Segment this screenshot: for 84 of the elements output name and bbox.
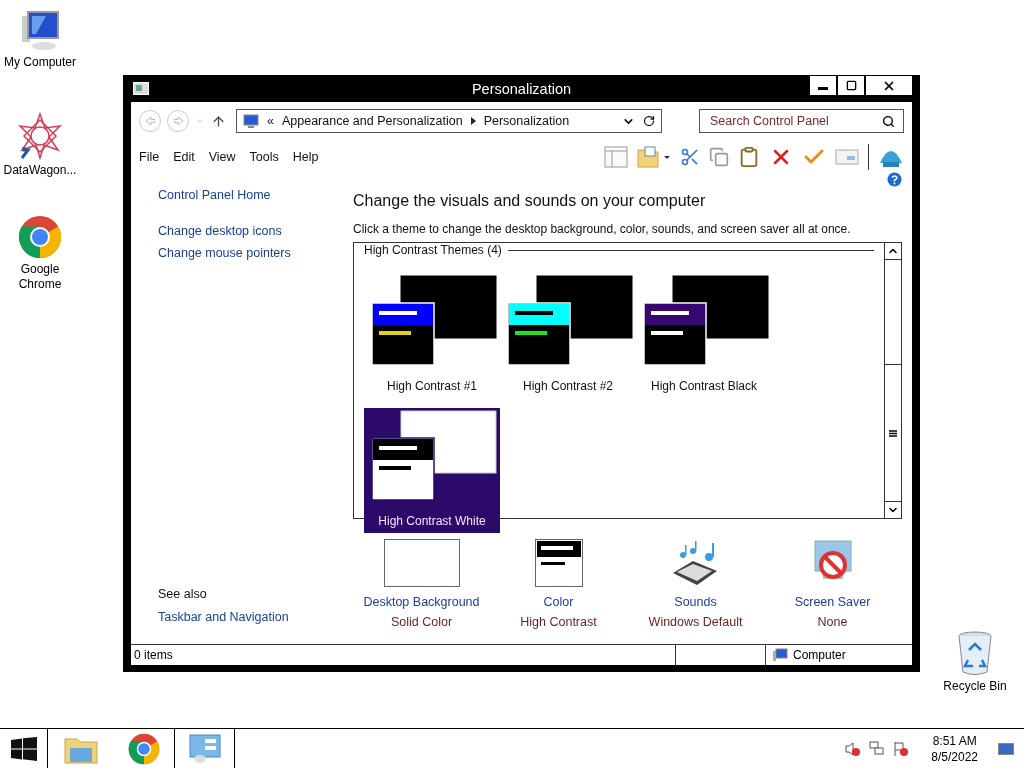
- menu-item[interactable]: Help: [292, 150, 319, 164]
- theme-name: High Contrast #1: [386, 379, 477, 393]
- color-window-icon: [534, 539, 583, 587]
- desktop-icon[interactable]: Google Chrome: [0, 215, 80, 292]
- sidebar-link[interactable]: Taskbar and Navigation: [158, 610, 353, 624]
- scroll-grip-icon: [889, 429, 897, 437]
- theme-name: High Contrast White: [378, 514, 486, 528]
- desktop-icon-label: Google Chrome: [17, 262, 63, 292]
- control-panel-icon: [188, 733, 221, 764]
- speaker-muted-icon[interactable]: [845, 740, 862, 757]
- setting-label: Color: [543, 595, 574, 609]
- windows-icon: [10, 736, 37, 761]
- back-arrow-icon: [145, 117, 155, 125]
- sidebar-link[interactable]: Control Panel Home: [158, 188, 353, 202]
- desktop-icon-label: My Computer: [4, 55, 76, 70]
- close-button[interactable]: [866, 76, 912, 95]
- cut-icon[interactable]: [680, 147, 700, 167]
- menu-item[interactable]: View: [208, 150, 236, 164]
- control-panel-icon: [243, 113, 259, 129]
- theme-tile[interactable]: High Contrast #1: [364, 273, 500, 398]
- setting-value: Solid Color: [390, 615, 453, 629]
- desktop-icon[interactable]: DataWagon...: [0, 112, 80, 178]
- forward-arrow-icon: [173, 117, 183, 125]
- paste-icon[interactable]: [738, 146, 760, 168]
- status-location: Computer: [793, 648, 846, 662]
- setting-value: High Contrast: [520, 615, 597, 629]
- window-title: Personalization: [470, 80, 573, 97]
- page-description: Click a theme to change the desktop background, color, sounds, and screen saver all at once.: [353, 222, 852, 236]
- desktop-icon[interactable]: My Computer: [0, 10, 80, 70]
- chrome-icon: [18, 215, 62, 259]
- setting-option[interactable]: Sounds Windows Default: [627, 539, 764, 629]
- menu-item[interactable]: File: [139, 150, 160, 164]
- item-count: 0 items: [134, 648, 173, 662]
- setting-label: Screen Saver: [794, 595, 871, 609]
- refresh-icon[interactable]: [643, 114, 655, 127]
- clock-time: 8:51 AM: [932, 732, 977, 749]
- page-heading: Change the visuals and sounds on your computer: [353, 192, 707, 210]
- up-button[interactable]: [211, 113, 226, 129]
- setting-value: None: [817, 615, 848, 629]
- theme-name: High Contrast Black: [650, 379, 757, 393]
- recycle-bin-icon: [956, 630, 994, 676]
- app-icon: [133, 82, 149, 95]
- theme-tile[interactable]: High Contrast Black: [636, 273, 772, 398]
- theme-tile[interactable]: High Contrast #2: [500, 273, 636, 398]
- theme-tile[interactable]: High Contrast White: [364, 408, 500, 533]
- folder-options-icon[interactable]: [637, 146, 671, 168]
- setting-label: Sounds: [674, 595, 717, 609]
- group-title: High Contrast Themes (4): [364, 243, 502, 257]
- computer-icon: [772, 648, 788, 662]
- flag-warning-icon[interactable]: [893, 740, 910, 757]
- breadcrumb-arrow-icon: [470, 117, 476, 125]
- desktop-icon-label: Recycle Bin: [943, 679, 1007, 694]
- minimize-button[interactable]: [810, 76, 836, 95]
- setting-option[interactable]: Desktop Background Solid Color: [353, 539, 490, 629]
- copy-icon[interactable]: [709, 147, 729, 167]
- theme-name: High Contrast #2: [522, 379, 613, 393]
- setting-value: Windows Default: [648, 615, 743, 629]
- desktop-icon-label: DataWagon...: [3, 163, 77, 178]
- desktop-icon[interactable]: Recycle Bin: [935, 630, 1015, 694]
- menu-item[interactable]: Tools: [249, 150, 279, 164]
- clock[interactable]: 8:51 AM 8/5/2022: [931, 732, 978, 765]
- address-separator: «: [267, 114, 274, 128]
- help-icon[interactable]: [887, 172, 902, 187]
- setting-option[interactable]: Color High Contrast: [490, 539, 627, 629]
- search-field[interactable]: Search Control Panel: [699, 109, 904, 133]
- minimize-icon: [818, 87, 828, 90]
- address-bar[interactable]: « Appearance and Personalization Personalization: [236, 109, 662, 133]
- search-icon[interactable]: [882, 114, 895, 128]
- see-also-heading: See also: [158, 587, 208, 601]
- sidebar-link[interactable]: Change mouse pointers: [158, 246, 353, 260]
- show-desktop-icon[interactable]: [998, 742, 1014, 755]
- maximize-icon: [845, 80, 857, 91]
- network-icon[interactable]: [869, 740, 886, 757]
- breadcrumb[interactable]: Personalization: [483, 114, 570, 128]
- maximize-button[interactable]: [838, 76, 864, 95]
- scrollbar[interactable]: [884, 243, 901, 518]
- sidebar-link[interactable]: Change desktop icons: [158, 224, 353, 238]
- background-swatch-icon: [383, 539, 460, 587]
- clock-date: 8/5/2022: [931, 748, 978, 765]
- star-icon: [16, 112, 64, 160]
- setting-option[interactable]: Screen Saver None: [764, 539, 901, 629]
- breadcrumb[interactable]: Appearance and Personalization: [281, 114, 463, 128]
- menu-item[interactable]: Edit: [173, 150, 195, 164]
- setting-label: Desktop Background: [363, 595, 480, 609]
